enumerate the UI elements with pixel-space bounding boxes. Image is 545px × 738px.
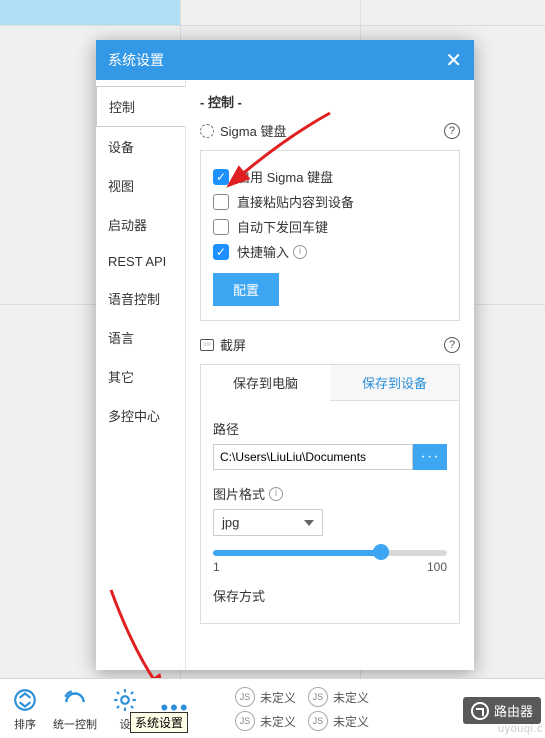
sidebar-item-7[interactable]: 其它 [96,357,185,396]
sidebar-item-8[interactable]: 多控中心 [96,396,185,435]
screenshot-icon [200,339,214,351]
sigma-panel: 启用 Sigma 键盘直接粘贴内容到设备自动下发回车键快捷输入 i 配置 [200,150,460,321]
settings-gear-icon [111,686,139,714]
format-value: jpg [222,515,239,530]
slider-max: 100 [427,560,447,574]
settings-tooltip: 系统设置 [130,712,188,733]
save-mode-label: 保存方式 [213,586,447,605]
gear-icon [200,124,214,138]
dialog-title: 系统设置 [108,50,164,70]
format-label: 图片格式 [213,484,265,503]
option-label: 启用 Sigma 键盘 [237,167,333,186]
sidebar-item-5[interactable]: 语音控制 [96,279,185,318]
tab-save-device[interactable]: 保存到设备 [330,365,459,401]
unified-icon [61,686,89,714]
browse-button[interactable]: ··· [413,444,447,470]
group-header-sigma: Sigma 键盘 ? [200,121,460,140]
js-chip[interactable]: JS未定义 [308,711,369,731]
screenshot-panel: 保存到电脑 保存到设备 路径 ··· 图片格式 i jpg [200,364,460,624]
path-label: 路径 [213,419,447,438]
js-badge-icon: JS [308,711,328,731]
option-label: 快捷输入 [237,242,289,261]
toolbar-sort-label: 排序 [14,719,36,731]
option-row-0: 启用 Sigma 键盘 [213,167,447,186]
js-chip[interactable]: JS未定义 [235,687,296,707]
config-button[interactable]: 配置 [213,273,279,306]
settings-content: - 控制 - Sigma 键盘 ? 启用 Sigma 键盘直接粘贴内容到设备自动… [186,80,474,670]
sidebar-item-4[interactable]: REST API [96,244,185,279]
router-badge[interactable]: 路由器 [463,697,541,724]
help-icon[interactable]: ? [444,123,460,139]
sidebar-item-2[interactable]: 视图 [96,166,185,205]
info-icon[interactable]: i [269,487,283,501]
option-row-3: 快捷输入 i [213,242,447,261]
toolbar-unified-label: 统一控制 [53,719,97,731]
option-row-1: 直接粘贴内容到设备 [213,192,447,211]
watermark: uyouqi.c [498,723,543,735]
close-icon[interactable]: ✕ [445,48,462,73]
chevron-down-icon [304,520,314,526]
js-badge-icon: JS [235,711,255,731]
checkbox[interactable] [213,169,229,185]
checkbox[interactable] [213,219,229,235]
js-badge-icon: JS [235,687,255,707]
toolbar-unified[interactable]: 统一控制 [50,686,100,732]
slider-thumb[interactable] [373,544,389,560]
router-icon [471,702,489,720]
dialog-header: 系统设置 ✕ [96,40,474,80]
sidebar-item-3[interactable]: 启动器 [96,205,185,244]
js-chips: JS未定义 JS未定义 JS未定义 JS未定义 [235,687,369,731]
screenshot-tabs: 保存到电脑 保存到设备 [200,364,460,401]
path-input[interactable] [213,444,413,470]
screenshot-group-label: 截屏 [220,335,246,354]
checkbox[interactable] [213,194,229,210]
section-title-control: - 控制 - [200,92,460,111]
js-chip[interactable]: JS未定义 [308,687,369,707]
tab-save-pc[interactable]: 保存到电脑 [201,365,330,401]
slider-min: 1 [213,560,220,574]
toolbar-settings-label: 设 [120,719,131,731]
sort-icon [11,686,39,714]
format-select[interactable]: jpg [213,509,323,536]
js-chip[interactable]: JS未定义 [235,711,296,731]
sidebar-item-1[interactable]: 设备 [96,127,185,166]
slider-fill [213,550,381,556]
info-icon[interactable]: i [293,245,307,259]
option-row-2: 自动下发回车键 [213,217,447,236]
option-label: 自动下发回车键 [237,217,328,236]
toolbar-sort[interactable]: 排序 [0,686,50,732]
js-badge-icon: JS [308,687,328,707]
quality-slider[interactable]: 1 100 [213,550,447,574]
group-header-screenshot: 截屏 ? [200,335,460,354]
sidebar-item-6[interactable]: 语言 [96,318,185,357]
settings-sidebar: 控制设备视图启动器REST API语音控制语言其它多控中心 [96,80,186,670]
option-label: 直接粘贴内容到设备 [237,192,354,211]
sigma-group-label: Sigma 键盘 [220,121,286,140]
help-icon[interactable]: ? [444,337,460,353]
checkbox[interactable] [213,244,229,260]
sidebar-item-0[interactable]: 控制 [96,86,186,127]
settings-dialog: 系统设置 ✕ 控制设备视图启动器REST API语音控制语言其它多控中心 - 控… [96,40,474,670]
tab-body-save-pc: 路径 ··· 图片格式 i jpg [200,401,460,624]
